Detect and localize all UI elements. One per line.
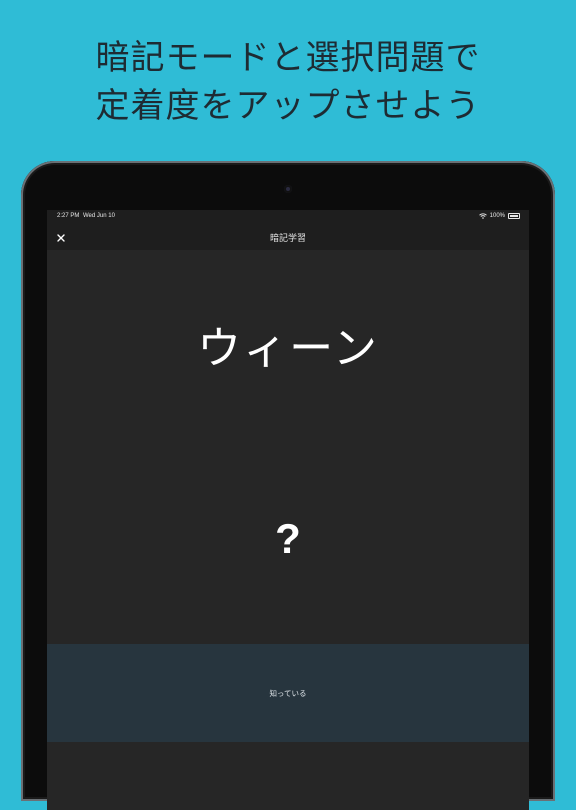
close-icon bbox=[57, 234, 65, 242]
promo-headline: 暗記モードと選択問題で 定着度をアップさせよう bbox=[0, 34, 576, 130]
hidden-answer-mark: ? bbox=[275, 515, 301, 562]
battery-icon bbox=[508, 213, 520, 219]
know-button[interactable]: 知っている bbox=[47, 644, 529, 742]
tablet-device-frame: 2:27 PM Wed Jun 10 100% 暗記学習 ウィーン ? 知ってい… bbox=[21, 161, 555, 810]
promo-headline-line-1: 暗記モードと選択問題で bbox=[95, 38, 481, 78]
flashcard[interactable]: ウィーン ? bbox=[47, 250, 529, 644]
status-indicators: 100% bbox=[478, 213, 520, 219]
wifi-icon bbox=[478, 213, 487, 219]
status-bar: 2:27 PM Wed Jun 10 100% bbox=[47, 210, 529, 224]
promo-headline-line-2: 定着度をアップさせよう bbox=[95, 86, 481, 126]
battery-level-fill bbox=[510, 215, 518, 217]
bottom-area bbox=[47, 742, 529, 810]
battery-percent: 100% bbox=[489, 213, 505, 219]
nav-title: 暗記学習 bbox=[269, 234, 306, 244]
status-time: 2:27 PM bbox=[57, 213, 80, 219]
front-camera bbox=[284, 185, 292, 193]
app-screen: 2:27 PM Wed Jun 10 100% 暗記学習 ウィーン ? 知ってい… bbox=[47, 210, 529, 810]
flashcard-term: ウィーン bbox=[197, 323, 379, 374]
status-date: Wed Jun 10 bbox=[83, 213, 115, 219]
nav-bar: 暗記学習 bbox=[47, 224, 529, 250]
close-button[interactable] bbox=[54, 230, 68, 244]
